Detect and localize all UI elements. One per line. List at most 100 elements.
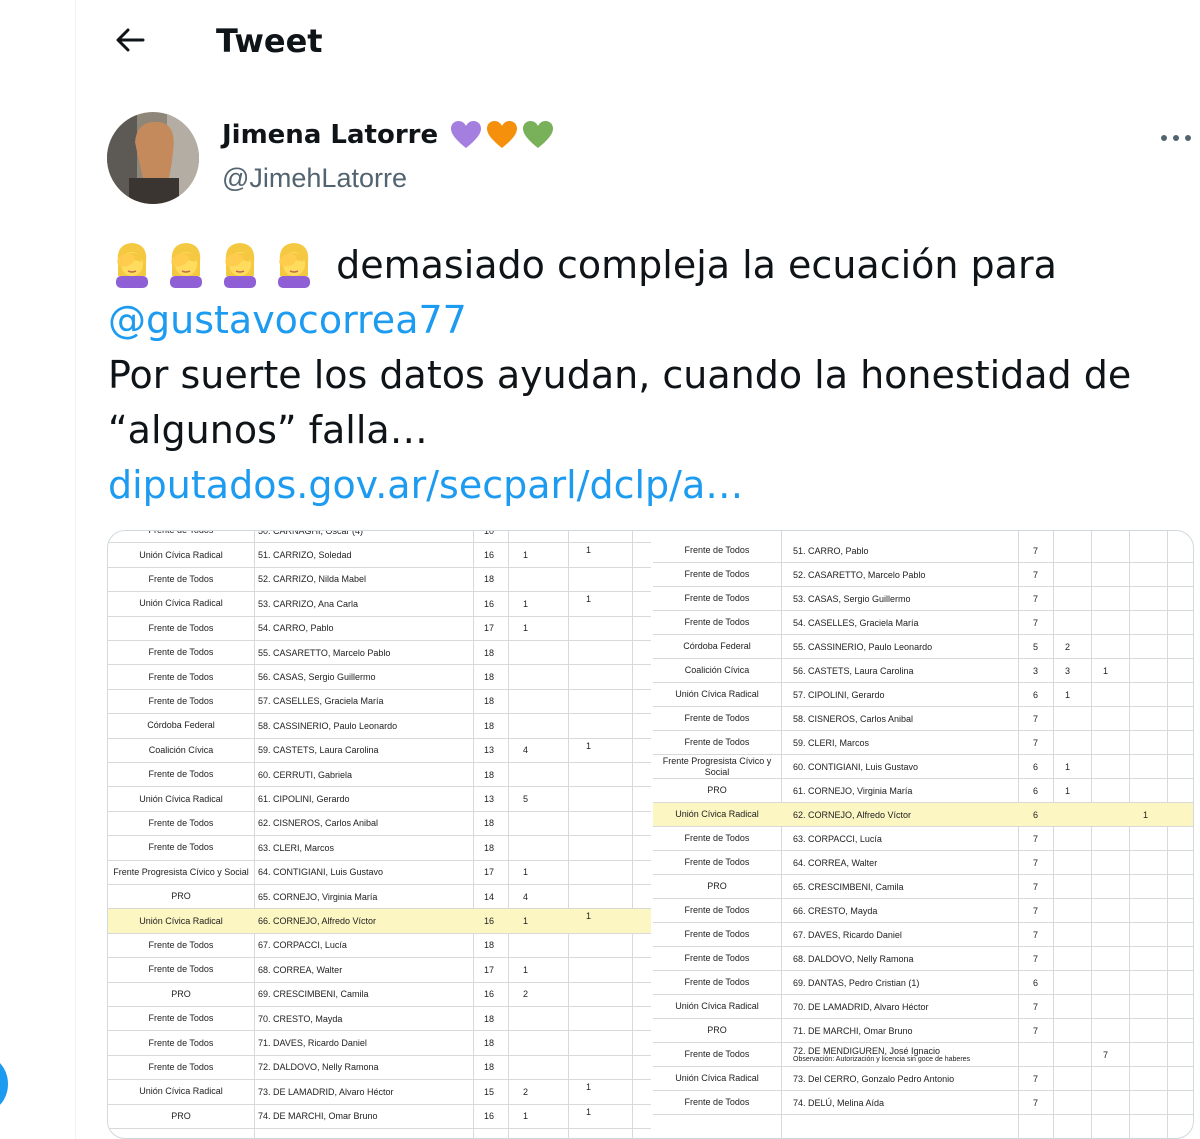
value-cell	[1143, 1091, 1173, 1114]
author-display-name: Jimena Latorre	[222, 120, 439, 150]
value-cell: 18	[484, 1062, 495, 1073]
value-cell	[1065, 587, 1095, 610]
name-text: 72. DE MENDIGUREN, José Ignacio	[793, 1046, 941, 1056]
value-cell	[1103, 755, 1133, 778]
party-cell: Unión Cívica Radical	[139, 598, 223, 609]
note-text: Observación: Autorización y licencia sin…	[793, 1056, 971, 1063]
table-row: Unión Cívica Radical 73. DE LAMADRID, Alv…	[108, 1080, 651, 1105]
value-cell	[1143, 851, 1173, 874]
value-cell	[1103, 539, 1133, 562]
back-arrow-icon	[116, 28, 145, 52]
mention-link[interactable]: @gustavocorrea77	[108, 298, 467, 342]
party-cell: Frente de Todos	[684, 1097, 750, 1107]
value-cell: 6	[1033, 761, 1039, 772]
avatar[interactable]	[107, 112, 199, 204]
party-cell: Frente de Todos	[684, 569, 750, 579]
value-cell: 18	[484, 574, 495, 585]
value-cell: 7	[1033, 737, 1039, 748]
tweet-text: demasiado compleja la ecuación para @gus…	[108, 238, 1168, 513]
value-cell	[1143, 1067, 1173, 1090]
value-cell	[1103, 803, 1133, 826]
value-cell	[1103, 875, 1133, 898]
tweet-media-image[interactable]: Frente de Todos 50. CARNAGHI, Oscar (4) 10…	[107, 530, 1194, 1139]
back-button[interactable]	[110, 20, 150, 60]
url-link[interactable]: diputados.gov.ar/secparl/dclp/a…	[108, 463, 743, 507]
value-cell	[1143, 539, 1173, 562]
value-cell: 18	[484, 696, 495, 707]
value-cell	[586, 885, 616, 908]
value-cell	[586, 531, 616, 542]
value-cell	[1065, 923, 1095, 946]
value-cell	[1065, 971, 1095, 994]
author-name[interactable]: Jimena Latorre	[222, 120, 554, 150]
table-row: Unión Cívica Radical 66. CORNEJO, Alfredo…	[108, 909, 651, 934]
spreadsheet-right: Frente de Todos 51. CARRO, Pablo 7 Frente d…	[653, 531, 1193, 1138]
name-cell: 63. CORPACCI, Lucía	[793, 833, 882, 844]
value-cell: 16	[484, 1111, 495, 1122]
author-handle[interactable]: @JimehLatorre	[222, 163, 407, 194]
party-cell: Unión Cívica Radical	[139, 793, 223, 804]
value-cell	[586, 812, 616, 835]
value-cell: 1	[586, 911, 592, 922]
value-cell: 16	[484, 989, 495, 1000]
value-cell	[1143, 683, 1173, 706]
party-cell: Frente de Todos	[684, 593, 750, 603]
table-row: Frente de Todos 71. DAVES, Ricardo Daniel…	[108, 1031, 651, 1056]
value-cell	[1103, 563, 1133, 586]
party-cell: Frente de Todos	[684, 905, 750, 915]
name-cell: 67. CORPACCI, Lucía	[258, 940, 347, 951]
value-cell	[523, 1031, 553, 1054]
party-cell: Frente de Todos	[148, 671, 214, 682]
name-cell: 58. CISNEROS, Carlos Anibal	[793, 713, 914, 724]
name-cell: 61. CORNEJO, Virginia María	[793, 785, 913, 796]
name-cell: 53. CASAS, Sergio Guillermo	[793, 593, 911, 604]
value-cell: 7	[1033, 833, 1039, 844]
value-cell	[1065, 563, 1095, 586]
facepalm-emoji-icon	[116, 243, 148, 288]
name-cell: 71. DAVES, Ricardo Daniel	[258, 1038, 367, 1049]
value-cell	[1103, 611, 1133, 634]
value-cell	[523, 531, 553, 542]
value-cell	[586, 568, 616, 591]
value-cell: 16	[484, 916, 495, 927]
party-cell: Coalición Cívica	[148, 744, 214, 755]
compose-button[interactable]	[0, 1056, 8, 1112]
table-row: Unión Cívica Radical 53. CARRIZO, Ana Car…	[108, 592, 651, 617]
name-cell: 53. CARRIZO, Ana Carla	[258, 598, 359, 609]
value-cell: 18	[484, 1013, 495, 1024]
table-row: Frente de Todos 72. DE MENDIGUREN, José I…	[653, 1043, 1193, 1067]
value-cell	[1103, 779, 1133, 802]
table-row: Frente de Todos 52. CASARETTO, Marcelo Pa…	[653, 563, 1193, 587]
value-cell	[523, 812, 553, 835]
name-cell: 73. Del CERRO, Gonzalo Pedro Antonio	[793, 1073, 955, 1084]
value-cell: 1	[1065, 785, 1071, 796]
value-cell: 16	[484, 598, 495, 609]
value-cell: 18	[484, 720, 495, 731]
value-cell	[1143, 707, 1173, 730]
name-cell: 58. CASSINERIO, Paulo Leonardo	[258, 720, 398, 731]
table-row: Unión Cívica Radical 57. CIPOLINI, Gerard…	[653, 683, 1193, 707]
table-row: Frente de Todos 69. DANTAS, Pedro Cristia…	[653, 971, 1193, 995]
name-cell: 59. CLERI, Marcos	[793, 737, 870, 748]
value-cell	[523, 665, 553, 688]
value-cell	[1143, 1019, 1173, 1042]
tweet-line-1-text: demasiado compleja la ecuación para	[336, 243, 1057, 287]
value-cell	[586, 1007, 616, 1030]
value-cell	[1103, 1091, 1133, 1114]
value-cell	[586, 983, 616, 1006]
name-cell: 57. CASELLES, Graciela María	[258, 696, 384, 707]
party-cell: Frente de Todos	[684, 617, 750, 627]
table-row: Frente Progresista Cívico y Social 64. CO…	[108, 861, 651, 885]
more-options-button[interactable]	[1156, 126, 1196, 150]
party-cell: Frente Progresista Cívico y Social	[662, 755, 772, 777]
spreadsheet-left: Frente de Todos 50. CARNAGHI, Oscar (4) 10…	[108, 531, 651, 1138]
page-header: Tweet	[76, 0, 1200, 86]
name-cell: 51. CARRIZO, Soledad	[258, 550, 352, 561]
party-cell: PRO	[171, 891, 191, 902]
name-cell: 65. CORNEJO, Virginia María	[258, 891, 378, 902]
name-cell: 72. DALDOVO, Nelly Ramona	[258, 1062, 379, 1073]
table-row: Coalición Cívica 59. CASTETS, Laura Carol…	[108, 739, 651, 763]
value-cell	[1103, 851, 1133, 874]
value-cell	[1065, 707, 1095, 730]
name-cell: 54. CARRO, Pablo	[258, 623, 334, 634]
